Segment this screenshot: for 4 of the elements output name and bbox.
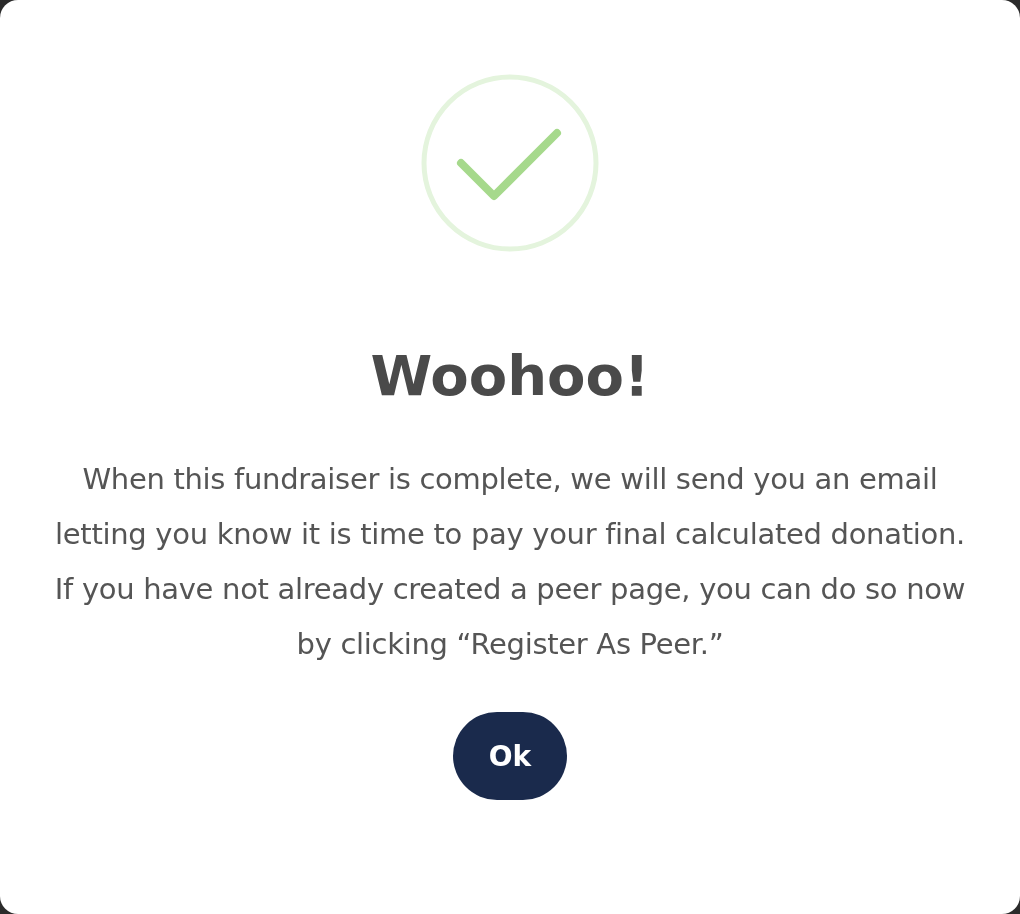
dialog-title: Woohoo! xyxy=(370,348,650,404)
dialog-message: When this fundraiser is complete, we will send you an email letting you know it is time to pay your final calculated donation. If you have not already created a peer page, you can do so now by clicking “Register As Peer.” xyxy=(53,461,967,663)
checkmark-circle-icon xyxy=(421,74,599,252)
ok-button[interactable]: Ok xyxy=(453,712,567,800)
